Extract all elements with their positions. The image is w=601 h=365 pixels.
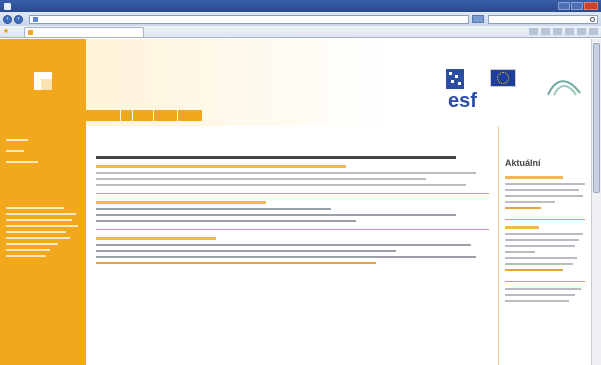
site-logo[interactable] <box>0 39 86 126</box>
news-item-2 <box>505 226 585 271</box>
msmt-logo <box>547 80 581 96</box>
vertical-scrollbar[interactable] <box>591 39 601 365</box>
news-link-1[interactable] <box>505 207 541 209</box>
left-sidebar <box>0 126 86 365</box>
back-icon[interactable]: ‹ <box>3 14 12 24</box>
scrollbar-thumb[interactable] <box>593 43 600 193</box>
favorites-star-icon[interactable]: ★ <box>3 28 10 35</box>
minimize-button[interactable] <box>558 2 570 10</box>
svg-text:esf: esf <box>448 90 477 111</box>
esf-logo: esf <box>446 69 477 111</box>
list-item[interactable] <box>96 244 471 246</box>
tab-bar: ★ <box>0 26 601 38</box>
home-icon[interactable] <box>529 28 538 35</box>
sidebar-text-block <box>6 207 80 257</box>
nav-item-1[interactable] <box>86 110 120 121</box>
section-heading-1 <box>96 165 346 168</box>
bullet-item <box>96 208 331 210</box>
top-navigation <box>86 110 202 121</box>
search-input[interactable] <box>488 14 598 24</box>
sidebar-link-1[interactable] <box>6 134 80 145</box>
news-item-1 <box>505 176 585 209</box>
search-icon[interactable] <box>590 16 595 22</box>
list-item-link[interactable] <box>96 262 376 264</box>
forward-icon[interactable]: › <box>14 14 23 24</box>
browser-app-icon <box>4 2 11 10</box>
news-link-2[interactable] <box>505 269 563 271</box>
help-icon[interactable] <box>589 28 598 35</box>
eu-flag-icon <box>490 69 516 87</box>
nav-item-3[interactable] <box>133 110 153 121</box>
print-icon[interactable] <box>553 28 562 35</box>
address-bar: ‹ › <box>0 12 601 26</box>
url-input[interactable] <box>29 14 469 24</box>
article-headline[interactable] <box>96 156 456 159</box>
section-divider <box>96 193 489 194</box>
section-heading-2 <box>96 201 266 204</box>
bullet-item <box>96 220 356 222</box>
main-content <box>96 126 489 365</box>
tab-favicon <box>28 30 33 35</box>
close-button[interactable] <box>584 2 598 10</box>
feeds-icon[interactable] <box>541 28 550 35</box>
bullet-item <box>96 214 456 216</box>
window-titlebar <box>0 0 601 12</box>
web-page: esf Aktuální <box>0 39 591 365</box>
page-icon <box>33 16 38 22</box>
maximize-button[interactable] <box>571 2 583 10</box>
tools-menu-button[interactable] <box>577 28 586 35</box>
window-controls <box>558 2 598 10</box>
list-item[interactable] <box>96 256 476 258</box>
nav-item-2[interactable] <box>121 110 132 121</box>
right-sidebar: Aktuální <box>498 126 591 365</box>
logo-mark-icon <box>34 71 52 90</box>
refresh-button[interactable] <box>472 15 484 23</box>
section-heading-3 <box>96 237 216 240</box>
nav-item-5[interactable] <box>178 110 202 121</box>
section-divider <box>96 229 489 230</box>
list-item <box>96 250 396 252</box>
news-item-3 <box>505 288 585 302</box>
news-heading: Aktuální <box>505 158 541 168</box>
tab-active[interactable] <box>24 27 144 37</box>
sidebar-link-2[interactable] <box>6 145 80 156</box>
command-bar <box>529 28 598 35</box>
sidebar-link-3[interactable] <box>6 156 80 167</box>
page-menu-button[interactable] <box>565 28 574 35</box>
nav-item-4[interactable] <box>154 110 177 121</box>
site-header: esf <box>86 39 591 126</box>
